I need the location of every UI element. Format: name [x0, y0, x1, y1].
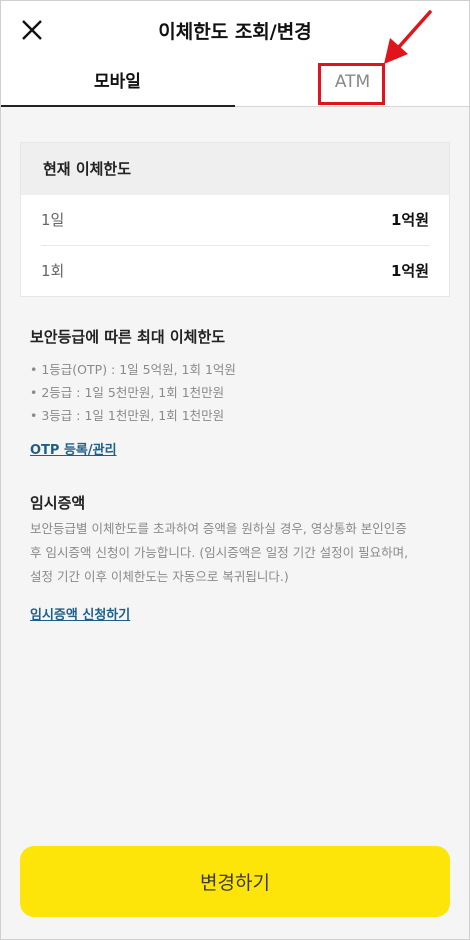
- security-level-title: 보안등급에 따른 최대 이체한도: [30, 328, 226, 346]
- current-limit-card: 현재 이체한도 1일 1억원 1회 1억원: [20, 142, 450, 297]
- limit-row-daily: 1일 1억원: [41, 195, 429, 245]
- limit-label: 1회: [41, 262, 65, 280]
- limit-row-per-transfer: 1회 1억원: [41, 245, 429, 295]
- temp-increase-description: 보안등급별 이체한도를 초과하여 증액을 원하실 경우, 영상통화 본인인증 후…: [30, 517, 450, 589]
- limit-value: 1억원: [390, 211, 429, 229]
- limit-value: 1억원: [390, 262, 429, 280]
- temp-increase-title: 임시증액: [30, 494, 86, 512]
- screen-border: [0, 0, 470, 940]
- otp-manage-link[interactable]: OTP 등록/관리: [30, 439, 117, 458]
- description-line: 후 임시증액 신청이 가능합니다. (임시증액은 일정 기간 설정이 필요하며,: [30, 545, 409, 560]
- red-arrow-annotation: [384, 10, 432, 64]
- change-button[interactable]: 변경하기: [20, 846, 450, 917]
- security-level-list: • 1등급(OTP) : 1일 5억원, 1회 1억원 • 2등급 : 1일 5…: [30, 358, 450, 427]
- tab-mobile[interactable]: 모바일: [0, 60, 235, 107]
- list-item: • 1등급(OTP) : 1일 5억원, 1회 1억원: [30, 362, 236, 377]
- limit-label: 1일: [41, 211, 65, 229]
- description-line: 보안등급별 이체한도를 초과하여 증액을 원하실 경우, 영상통화 본인인증: [30, 521, 407, 536]
- description-line: 설정 기간 이후 이체한도는 자동으로 복귀됩니다.): [30, 569, 289, 584]
- list-item: • 2등급 : 1일 5천만원, 1회 1천만원: [30, 385, 225, 400]
- list-item: • 3등급 : 1일 1천만원, 1회 1천만원: [30, 408, 225, 423]
- atm-highlight-box: [318, 63, 385, 105]
- temp-increase-apply-link[interactable]: 임시증액 신청하기: [30, 604, 130, 623]
- current-limit-title: 현재 이체한도: [21, 143, 449, 195]
